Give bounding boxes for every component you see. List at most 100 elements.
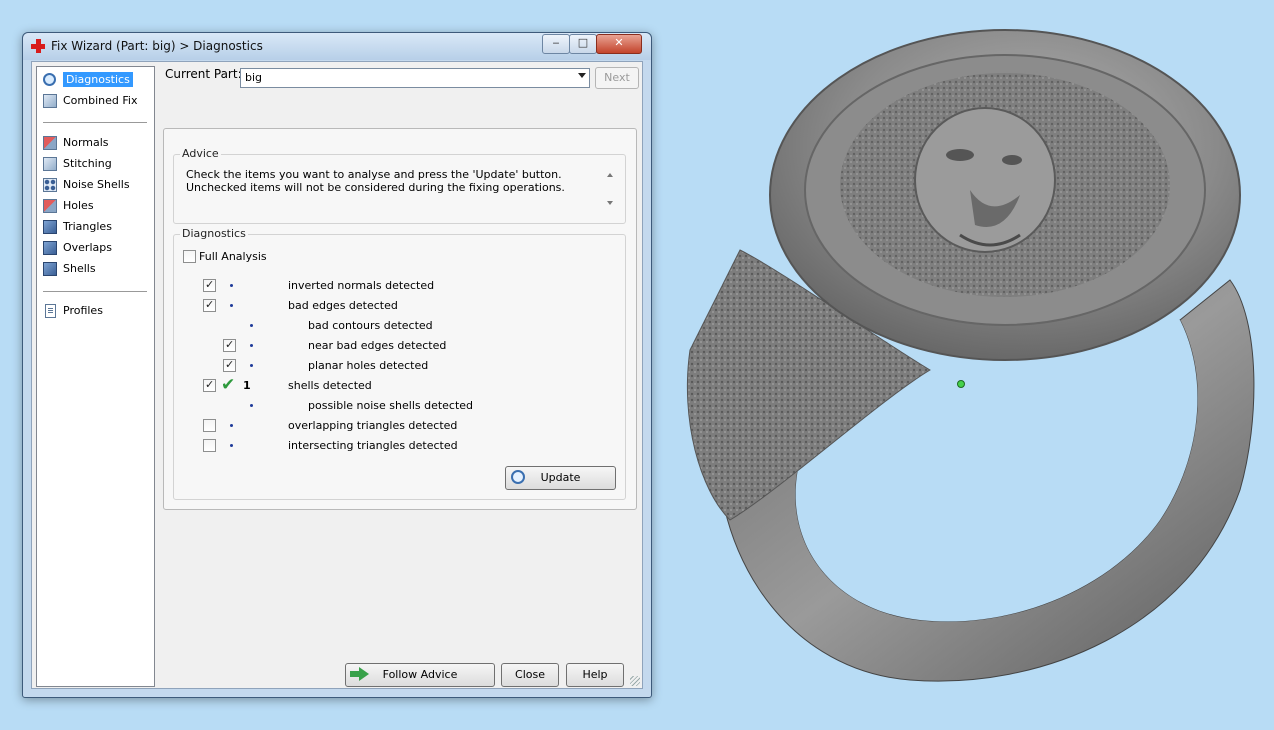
overlapping-triangles-checkbox[interactable]	[203, 419, 216, 432]
green-arrow-icon	[350, 667, 370, 681]
fix-wizard-nav: Diagnostics Combined Fix Normals Stitchi…	[36, 66, 155, 687]
magnifier-icon	[43, 73, 56, 86]
holes-cube-icon	[43, 199, 57, 213]
status-dot	[250, 404, 253, 407]
nav-separator	[43, 122, 147, 123]
follow-advice-label: Follow Advice	[382, 668, 458, 681]
overlaps-cube-icon	[43, 241, 57, 255]
nav-item-holes[interactable]: Holes	[41, 197, 94, 215]
close-window-button[interactable]: ✕	[596, 34, 642, 54]
minimize-button[interactable]: ‒	[542, 34, 570, 54]
nav-item-label: Overlaps	[63, 241, 112, 254]
diagnostic-row-label: bad contours detected	[308, 319, 433, 332]
nav-item-normals[interactable]: Normals	[41, 134, 109, 152]
status-dot	[250, 364, 253, 367]
diagnostics-title: Diagnostics	[180, 227, 248, 240]
close-button[interactable]: Close	[501, 663, 559, 687]
scroll-down-icon	[607, 201, 613, 205]
nav-item-label: Normals	[63, 136, 109, 149]
nav-item-label: Profiles	[63, 304, 103, 317]
nav-separator	[43, 291, 147, 292]
nav-item-label: Combined Fix	[63, 94, 138, 107]
full-analysis-label: Full Analysis	[199, 250, 267, 263]
close-icon: ✕	[614, 36, 624, 49]
cube-icon	[43, 94, 57, 108]
red-cross-app-icon	[31, 39, 45, 53]
status-dot	[230, 444, 233, 447]
window-client-area: Diagnostics Combined Fix Normals Stitchi…	[31, 61, 643, 689]
minimize-icon: ‒	[552, 36, 560, 49]
ring-3d-model[interactable]	[660, 20, 1270, 720]
full-analysis-checkbox[interactable]	[183, 250, 196, 263]
selection-point-marker	[957, 380, 965, 388]
fix-wizard-window: Fix Wizard (Part: big) > Diagnostics ‒ □…	[22, 32, 652, 698]
inverted-normals-checkbox[interactable]	[203, 278, 216, 292]
nav-item-shells[interactable]: Shells	[41, 260, 96, 278]
diagnostic-row-label: near bad edges detected	[308, 339, 447, 352]
diagnostics-group: Diagnostics Full Analysis inverted norma…	[173, 227, 626, 500]
nav-item-overlaps[interactable]: Overlaps	[41, 239, 112, 257]
current-part-select[interactable]: big	[240, 68, 590, 88]
diagnostic-row-label: bad edges detected	[288, 299, 398, 312]
update-button-label: Update	[540, 471, 581, 484]
diagnostic-row-label: planar holes detected	[308, 359, 429, 372]
nav-item-stitching[interactable]: Stitching	[41, 155, 112, 173]
nav-item-noise-shells[interactable]: Noise Shells	[41, 176, 130, 194]
help-button-label: Help	[582, 668, 608, 681]
planar-holes-checkbox[interactable]	[223, 358, 236, 372]
status-dot	[250, 344, 253, 347]
maximize-button[interactable]: □	[569, 34, 597, 54]
next-button-label: Next	[604, 71, 630, 84]
diagnostics-panel: Advice Check the items you want to analy…	[163, 128, 637, 510]
magnifier-icon	[511, 470, 525, 484]
nav-item-label: Shells	[63, 262, 96, 275]
green-check-icon: ✔	[221, 375, 236, 395]
next-button[interactable]: Next	[595, 67, 639, 89]
stitching-cube-icon	[43, 157, 57, 171]
diagnostic-row-label: inverted normals detected	[288, 279, 435, 292]
shells-cube-icon	[43, 262, 57, 276]
diagnostic-row-label: shells detected	[288, 379, 372, 392]
title-bar[interactable]: Fix Wizard (Part: big) > Diagnostics ‒ □…	[23, 33, 651, 60]
nav-item-combined-fix[interactable]: Combined Fix	[41, 92, 137, 110]
close-button-label: Close	[515, 668, 545, 681]
shells-count: 1	[243, 379, 251, 392]
nav-item-label: Noise Shells	[63, 178, 130, 191]
nav-item-diagnostics[interactable]: Diagnostics	[41, 71, 133, 89]
nav-item-triangles[interactable]: Triangles	[41, 218, 112, 236]
window-title: Fix Wizard (Part: big) > Diagnostics	[51, 39, 263, 53]
follow-advice-button[interactable]: Follow Advice	[345, 663, 495, 687]
scroll-up-icon	[607, 173, 613, 177]
diagnostic-row-label: overlapping triangles detected	[288, 419, 458, 432]
current-part-value: big	[245, 71, 263, 84]
noise-shells-icon	[43, 178, 57, 192]
lion-relief	[840, 73, 1170, 297]
nav-item-label: Holes	[63, 199, 94, 212]
status-dot	[250, 324, 253, 327]
advice-scrollbar[interactable]	[603, 165, 617, 213]
shells-checkbox[interactable]	[203, 378, 216, 392]
update-button[interactable]: Update	[505, 466, 616, 490]
current-part-label: Current Part:	[165, 67, 242, 81]
status-dot	[230, 304, 233, 307]
advice-text: Check the items you want to analyse and …	[186, 168, 565, 194]
document-icon	[45, 304, 56, 318]
status-dot	[230, 284, 233, 287]
help-button[interactable]: Help	[566, 663, 624, 687]
diagnostic-row-label: possible noise shells detected	[308, 399, 474, 412]
advice-group: Advice Check the items you want to analy…	[173, 147, 626, 224]
resize-grip[interactable]	[630, 676, 640, 686]
nav-item-label: Diagnostics	[63, 72, 133, 87]
triangles-cube-icon	[43, 220, 57, 234]
bad-edges-checkbox[interactable]	[203, 298, 216, 312]
diagnostic-row-label: intersecting triangles detected	[288, 439, 458, 452]
chevron-down-icon	[578, 73, 586, 78]
status-dot	[230, 424, 233, 427]
normals-cube-icon	[43, 136, 57, 150]
nav-item-label: Stitching	[63, 157, 112, 170]
advice-title: Advice	[180, 147, 221, 160]
intersecting-triangles-checkbox[interactable]	[203, 439, 216, 452]
nav-item-profiles[interactable]: Profiles	[41, 302, 103, 320]
maximize-icon: □	[577, 36, 589, 49]
near-bad-edges-checkbox[interactable]	[223, 338, 236, 352]
